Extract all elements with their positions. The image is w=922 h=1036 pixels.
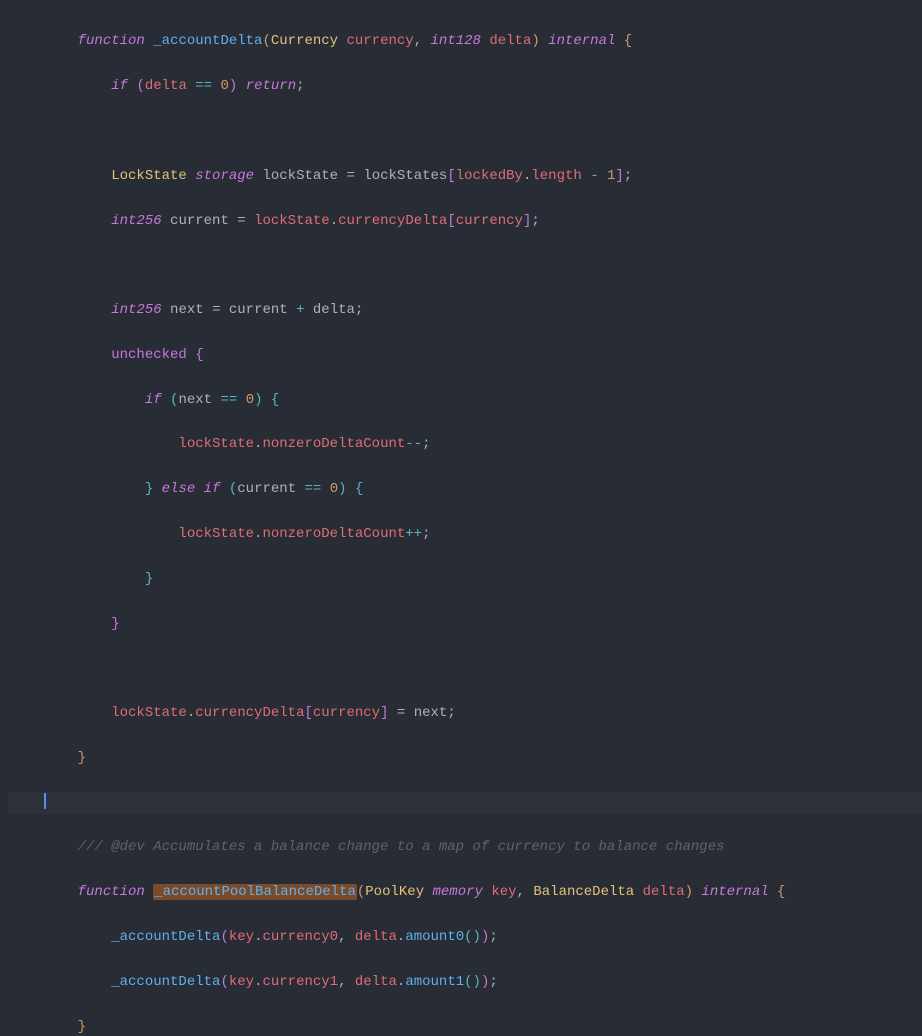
code-line[interactable]: _accountDelta(key.currency0, delta.amoun… bbox=[44, 926, 922, 948]
text-cursor bbox=[44, 793, 46, 809]
code-line[interactable]: _accountDelta(key.currency1, delta.amoun… bbox=[44, 971, 922, 993]
code-line-blank[interactable] bbox=[44, 657, 922, 679]
code-line-blank[interactable] bbox=[44, 254, 922, 276]
keyword-internal: internal bbox=[548, 33, 615, 49]
code-line-blank[interactable] bbox=[44, 120, 922, 142]
code-line[interactable]: function _accountPoolBalanceDelta(PoolKe… bbox=[44, 881, 922, 903]
keyword-memory: memory bbox=[433, 884, 483, 900]
keyword-storage: storage bbox=[195, 168, 254, 184]
code-line[interactable]: lockState.nonzeroDeltaCount++; bbox=[44, 523, 922, 545]
keyword-internal: internal bbox=[701, 884, 768, 900]
code-editor[interactable]: function _accountDelta(Currency currency… bbox=[8, 8, 922, 1036]
keyword-unchecked: unchecked bbox=[111, 347, 187, 363]
code-line[interactable]: } bbox=[44, 1016, 922, 1036]
code-line[interactable]: if (delta == 0) return; bbox=[44, 75, 922, 97]
keyword-function: function bbox=[78, 33, 145, 49]
function-name-highlighted: _accountPoolBalanceDelta bbox=[153, 884, 357, 900]
code-line[interactable]: if (next == 0) { bbox=[44, 389, 922, 411]
code-line[interactable]: int256 current = lockState.currencyDelta… bbox=[44, 210, 922, 232]
function-name: _accountDelta bbox=[153, 33, 262, 49]
code-line-comment[interactable]: /// @dev Accumulates a balance change to… bbox=[44, 836, 922, 858]
code-line[interactable]: unchecked { bbox=[44, 344, 922, 366]
keyword-function: function bbox=[78, 884, 145, 900]
keyword-if: if bbox=[145, 392, 162, 408]
code-line[interactable]: } bbox=[44, 747, 922, 769]
code-line[interactable]: LockState storage lockState = lockStates… bbox=[44, 165, 922, 187]
code-line[interactable]: int256 next = current + delta; bbox=[44, 299, 922, 321]
keyword-return: return bbox=[246, 78, 296, 94]
code-line[interactable]: } bbox=[44, 613, 922, 635]
code-line[interactable]: } else if (current == 0) { bbox=[44, 478, 922, 500]
code-line[interactable]: lockState.currencyDelta[currency] = next… bbox=[44, 702, 922, 724]
code-line-cursor[interactable] bbox=[8, 792, 922, 814]
code-line[interactable]: lockState.nonzeroDeltaCount--; bbox=[44, 433, 922, 455]
keyword-else: else bbox=[162, 481, 196, 497]
comment: /// @dev Accumulates a balance change to… bbox=[78, 839, 725, 855]
keyword-if: if bbox=[204, 481, 221, 497]
code-line[interactable]: } bbox=[44, 568, 922, 590]
keyword-if: if bbox=[111, 78, 128, 94]
code-line[interactable]: function _accountDelta(Currency currency… bbox=[44, 30, 922, 52]
